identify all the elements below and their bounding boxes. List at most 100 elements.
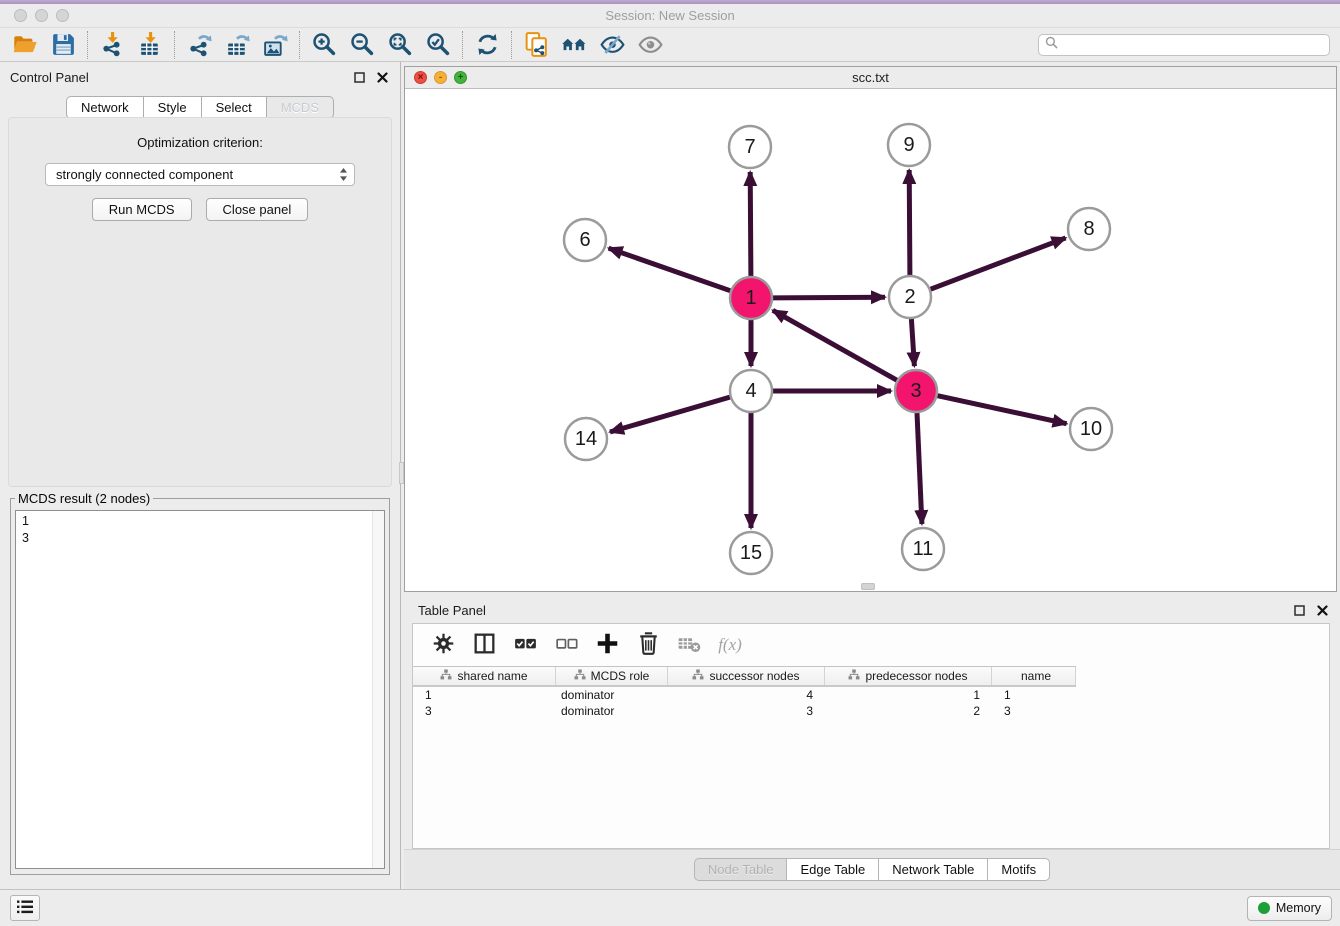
search-box[interactable] — [1038, 34, 1330, 56]
graph-edge-2-9[interactable] — [909, 170, 910, 275]
memory-button[interactable]: Memory — [1247, 896, 1332, 921]
toolbar-separator — [87, 31, 88, 59]
memory-label: Memory — [1276, 901, 1321, 915]
delete-table-icon — [676, 630, 703, 660]
zoom-selected-button[interactable] — [419, 30, 457, 60]
search-input[interactable] — [1062, 38, 1323, 52]
graph-node-10[interactable]: 10 — [1070, 408, 1112, 450]
graph-node-15[interactable]: 15 — [730, 532, 772, 574]
tab-edge-table[interactable]: Edge Table — [786, 858, 879, 881]
add-button[interactable] — [593, 631, 621, 659]
column-header-MCDS-role[interactable]: MCDS role — [556, 667, 668, 685]
table-row[interactable]: 1dominator411 — [413, 687, 1076, 703]
new-network-from-selection-icon — [523, 31, 550, 58]
network-canvas[interactable]: 7 9 6 8 1 2 4 3 14 10 15 11 — [405, 89, 1336, 591]
column-header-shared-name[interactable]: shared name — [413, 667, 556, 685]
network-close-button[interactable]: × — [414, 71, 427, 84]
svg-text:10: 10 — [1080, 418, 1102, 440]
optimization-criterion-select[interactable]: strongly connected component — [45, 163, 355, 186]
deselect-all-button[interactable] — [552, 631, 580, 659]
open-session-button[interactable] — [6, 30, 44, 60]
network-minimize-button[interactable]: - — [434, 71, 447, 84]
save-session-button[interactable] — [44, 30, 82, 60]
settings-button[interactable] — [429, 631, 457, 659]
graph-node-7[interactable]: 7 — [729, 126, 771, 168]
export-table-icon — [224, 31, 251, 58]
graph-edge-3-11[interactable] — [917, 413, 922, 524]
zoom-out-button[interactable] — [343, 30, 381, 60]
minimize-button[interactable] — [35, 9, 48, 22]
graph-node-2[interactable]: 2 — [889, 276, 931, 318]
open-session-icon — [12, 31, 39, 58]
result-lines: 13 — [16, 511, 384, 547]
tab-mcds[interactable]: MCDS — [266, 96, 334, 119]
control-panel-title: Control Panel — [10, 70, 89, 85]
graph-edge-1-6[interactable] — [609, 248, 731, 291]
status-bar: Memory — [0, 889, 1340, 926]
table-row[interactable]: 3dominator323 — [413, 703, 1076, 719]
zoom-in-button[interactable] — [305, 30, 343, 60]
graph-node-4[interactable]: 4 — [730, 370, 772, 412]
run-mcds-button[interactable]: Run MCDS — [92, 198, 192, 221]
close-panel-button[interactable]: Close panel — [206, 198, 309, 221]
graph-edge-2-3[interactable] — [911, 319, 914, 366]
tab-network[interactable]: Network — [66, 96, 144, 119]
split-panel-button[interactable] — [470, 631, 498, 659]
import-network-button[interactable] — [93, 30, 131, 60]
hide-selected-button[interactable] — [593, 30, 631, 60]
show-all-button[interactable] — [631, 30, 669, 60]
column-header-successor-nodes[interactable]: successor nodes — [668, 667, 825, 685]
export-table-button[interactable] — [218, 30, 256, 60]
tab-select[interactable]: Select — [201, 96, 267, 119]
close-panel-icon-button[interactable] — [374, 69, 390, 85]
close-table-panel-button[interactable] — [1314, 602, 1330, 618]
mcds-result-title: MCDS result (2 nodes) — [15, 491, 153, 506]
graph-node-9[interactable]: 9 — [888, 124, 930, 166]
window-title: Session: New Session — [0, 8, 1340, 23]
tab-motifs[interactable]: Motifs — [987, 858, 1050, 881]
export-network-button[interactable] — [180, 30, 218, 60]
graph-edge-2-8[interactable] — [931, 238, 1066, 289]
graph-edge-3-10[interactable] — [938, 396, 1067, 424]
hierarchy-icon — [692, 669, 704, 683]
import-table-button[interactable] — [131, 30, 169, 60]
first-neighbors-button[interactable] — [555, 30, 593, 60]
close-button[interactable] — [14, 9, 27, 22]
float-panel-button[interactable] — [351, 69, 367, 85]
column-header-name[interactable]: name — [992, 667, 1076, 685]
graph-edge-1-7[interactable] — [750, 172, 751, 276]
graph-node-14[interactable]: 14 — [565, 418, 607, 460]
zoom-fit-button[interactable] — [381, 30, 419, 60]
column-header-predecessor-nodes[interactable]: predecessor nodes — [825, 667, 992, 685]
hierarchy-icon — [848, 669, 860, 683]
float-table-panel-button[interactable] — [1291, 602, 1307, 618]
graph-node-8[interactable]: 8 — [1068, 208, 1110, 250]
export-image-button[interactable] — [256, 30, 294, 60]
graph-edge-4-14[interactable] — [610, 397, 730, 432]
task-history-button[interactable] — [10, 895, 40, 921]
graph-node-6[interactable]: 6 — [564, 219, 606, 261]
tab-node-table[interactable]: Node Table — [694, 858, 788, 881]
delete-button[interactable] — [634, 631, 662, 659]
tab-style[interactable]: Style — [143, 96, 202, 119]
zoom-button[interactable] — [56, 9, 69, 22]
svg-text:1: 1 — [745, 287, 756, 309]
graph-node-11[interactable]: 11 — [902, 528, 944, 570]
svg-text:11: 11 — [913, 538, 934, 560]
tab-network-table[interactable]: Network Table — [878, 858, 988, 881]
result-line: 3 — [16, 530, 384, 547]
new-network-from-selection-button[interactable] — [517, 30, 555, 60]
result-scrollbar[interactable] — [372, 511, 384, 868]
import-network-icon — [99, 31, 126, 58]
graph-node-1[interactable]: 1 — [730, 277, 772, 319]
graph-node-3[interactable]: 3 — [895, 370, 937, 412]
refresh-button[interactable] — [468, 30, 506, 60]
graph-edge-1-2[interactable] — [773, 297, 885, 298]
select-all-button[interactable] — [511, 631, 539, 659]
mcds-result-text[interactable]: 13 — [15, 510, 385, 869]
canvas-scroll-grip[interactable] — [861, 583, 875, 590]
delete-table-button — [675, 631, 703, 659]
graph-edge-3-1[interactable] — [773, 310, 897, 380]
task-list-icon — [16, 899, 34, 918]
network-zoom-button[interactable]: + — [454, 71, 467, 84]
